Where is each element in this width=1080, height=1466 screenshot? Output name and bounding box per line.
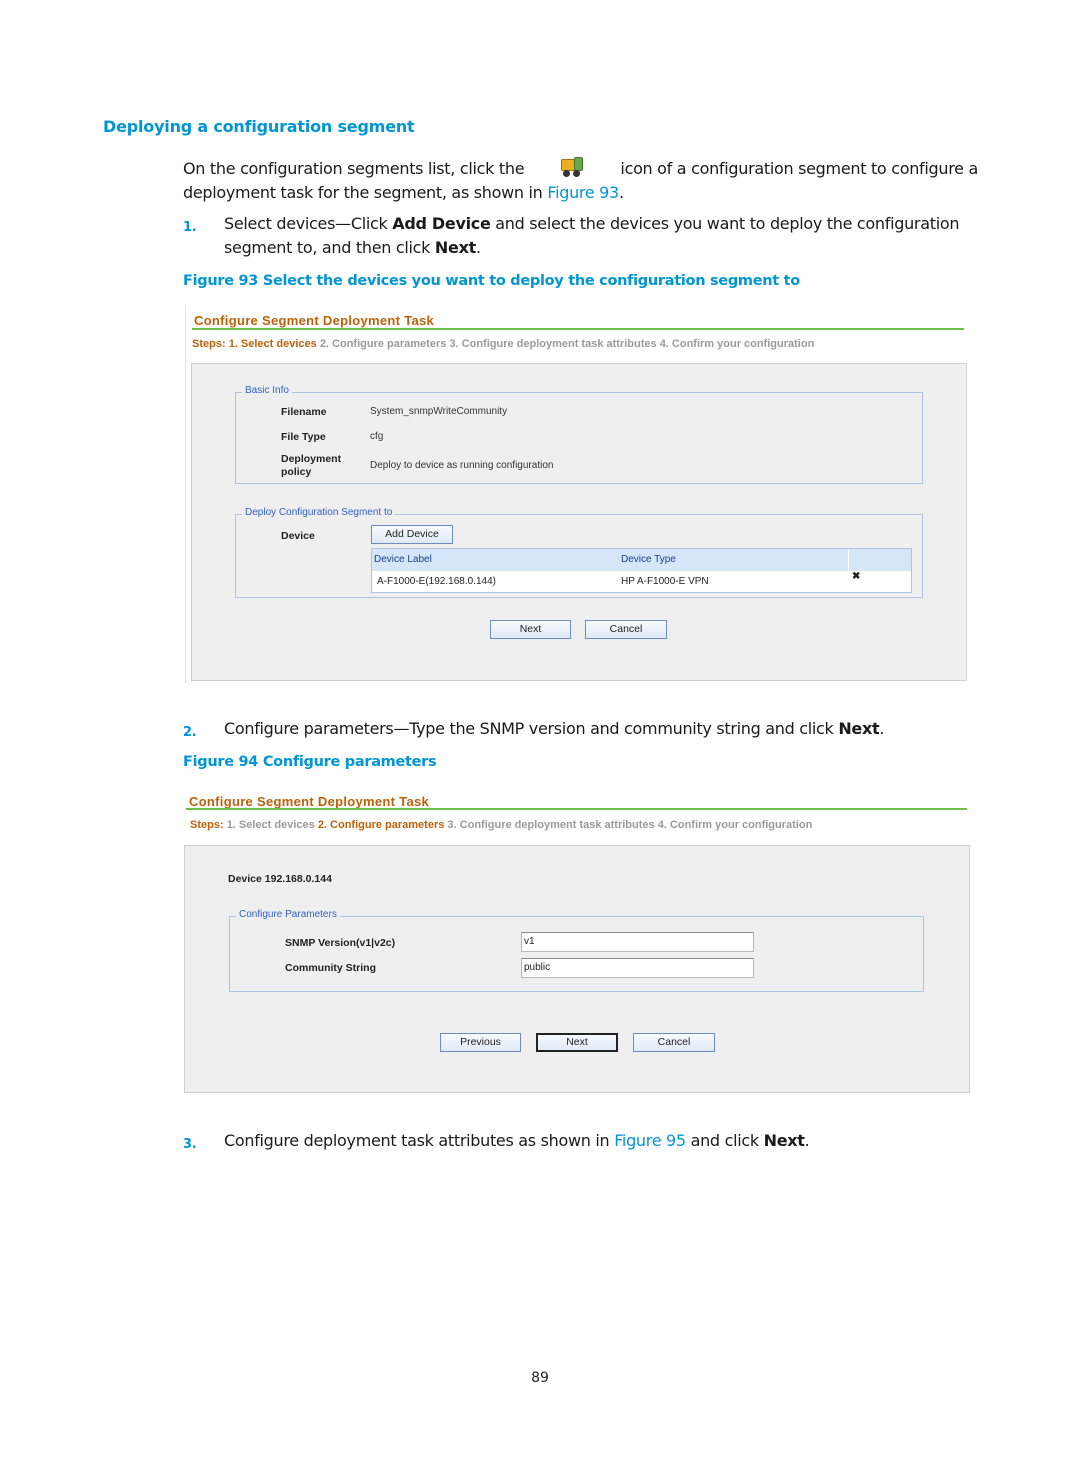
delete-x-icon[interactable]: ✖	[852, 571, 860, 582]
step-configure-parameters: 2. Configure parameters	[317, 819, 445, 831]
col-device-label[interactable]: Device Label	[374, 554, 432, 565]
step-bold: Next	[434, 238, 476, 257]
filename-label: Filename	[281, 406, 327, 418]
steps-indicator: Steps: 1. Select devices 2. Configure pa…	[192, 338, 814, 350]
community-string-label: Community String	[285, 962, 376, 974]
basic-info-legend: Basic Info	[242, 385, 292, 396]
steps-label: Steps:	[192, 338, 226, 350]
step-text: Configure parameters—Type the SNMP versi…	[224, 719, 839, 738]
device-heading: Device 192.168.0.144	[228, 873, 332, 885]
intro-paragraph: On the configuration segments list, clic…	[183, 157, 978, 205]
deploy-truck-icon	[561, 157, 584, 177]
file-type-label: File Type	[281, 431, 326, 443]
step-bold: Next	[838, 719, 880, 738]
cancel-button[interactable]: Cancel	[585, 620, 667, 639]
step-number: 2.	[183, 725, 197, 740]
step-text: Configure deployment task attributes as …	[224, 1131, 615, 1150]
community-string-input[interactable]: public	[521, 958, 754, 978]
ui-title: Configure Segment Deployment Task	[194, 313, 435, 328]
step-2: 2. Configure parameters—Type the SNMP ve…	[183, 717, 978, 741]
step-configure-parameters: 2. Configure parameters	[319, 338, 447, 350]
figure-93-caption: Figure 93 Select the devices you want to…	[183, 273, 800, 289]
step-text: .	[879, 719, 885, 738]
main-panel: Basic Info Filename System_snmpWriteComm…	[191, 363, 967, 681]
row-device-type: HP A-F1000-E VPN	[621, 576, 709, 587]
file-type-value: cfg	[370, 431, 384, 442]
deployment-policy-value: Deploy to device as running configuratio…	[370, 460, 554, 471]
figure-93-link[interactable]: Figure 93	[547, 183, 619, 202]
next-button[interactable]: Next	[536, 1033, 618, 1052]
step-select-devices: 1. Select devices	[226, 819, 315, 831]
page-number: 89	[531, 1370, 549, 1386]
configure-parameters-fieldset: Configure Parameters SNMP Version(v1|v2c…	[229, 909, 924, 992]
figure-93-screenshot: Configure Segment Deployment Task Steps:…	[185, 305, 968, 683]
device-label: Device	[281, 530, 315, 542]
filename-value: System_snmpWriteCommunity	[370, 406, 508, 417]
figure-95-link[interactable]: Figure 95	[614, 1131, 686, 1150]
table-header: Device Label Device Type	[372, 549, 911, 571]
device-table: Device Label Device Type A-F1000-E(192.1…	[371, 548, 912, 593]
step-text: and click	[685, 1131, 764, 1150]
step-select-devices: 1. Select devices	[228, 338, 317, 350]
title-rule	[192, 328, 964, 330]
step-configure-attributes: 3. Configure deployment task attributes	[447, 819, 655, 831]
add-device-button[interactable]: Add Device	[371, 525, 453, 544]
col-device-type[interactable]: Device Type	[621, 554, 676, 565]
step-confirm: 4. Confirm your configuration	[657, 819, 813, 831]
next-button[interactable]: Next	[490, 620, 571, 639]
intro-line2: deployment task for the segment, as show…	[183, 183, 548, 202]
intro-text-before: On the configuration segments list, clic…	[183, 159, 525, 178]
step-configure-attributes: 3. Configure deployment task attributes	[449, 338, 657, 350]
steps-label: Steps:	[190, 819, 224, 831]
intro-period: .	[618, 183, 624, 202]
deploy-to-fieldset: Deploy Configuration Segment to Device A…	[235, 507, 923, 598]
configure-parameters-legend: Configure Parameters	[236, 909, 340, 920]
deploy-to-legend: Deploy Configuration Segment to	[242, 507, 396, 518]
ui-title: Configure Segment Deployment Task	[189, 794, 430, 809]
basic-info-fieldset: Basic Info Filename System_snmpWriteComm…	[235, 385, 923, 484]
step-text: Select devices—Click	[224, 214, 393, 233]
section-title: Deploying a configuration segment	[103, 117, 415, 136]
step-bold: Next	[763, 1131, 805, 1150]
step-number: 3.	[183, 1137, 197, 1152]
figure-94-caption: Figure 94 Configure parameters	[183, 754, 437, 770]
step-text: .	[804, 1131, 810, 1150]
figure-94-screenshot: Configure Segment Deployment Task Steps:…	[183, 786, 970, 1094]
step-confirm: 4. Confirm your configuration	[659, 338, 815, 350]
title-rule	[186, 808, 967, 810]
step-1: 1. Select devices—Click Add Device and s…	[183, 212, 978, 260]
row-device-label: A-F1000-E(192.168.0.144)	[377, 576, 496, 587]
step-bold: Add Device	[392, 214, 491, 233]
previous-button[interactable]: Previous	[440, 1033, 521, 1052]
snmp-version-input[interactable]: v1	[521, 932, 754, 952]
step-3: 3. Configure deployment task attributes …	[183, 1129, 978, 1153]
snmp-version-label: SNMP Version(v1|v2c)	[285, 937, 396, 949]
cancel-button[interactable]: Cancel	[633, 1033, 715, 1052]
intro-text-after: icon of a configuration segment to confi…	[620, 159, 978, 178]
step-number: 1.	[183, 220, 197, 235]
step-text: .	[475, 238, 481, 257]
steps-indicator: Steps: 1. Select devices 2. Configure pa…	[190, 819, 812, 831]
main-panel: Device 192.168.0.144 Configure Parameter…	[184, 845, 970, 1093]
deployment-policy-label: Deployment policy	[281, 453, 342, 478]
